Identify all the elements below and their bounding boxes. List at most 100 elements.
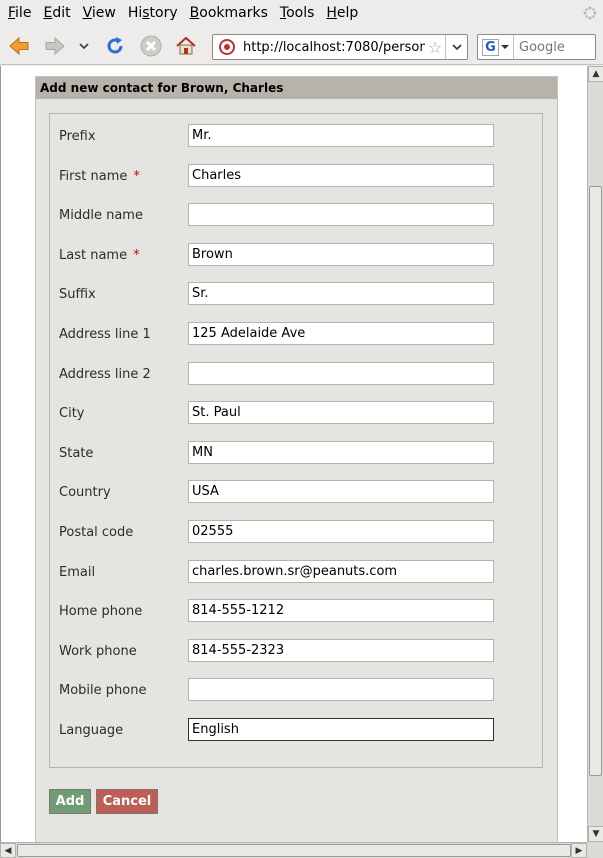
google-icon: G [482, 38, 499, 56]
field-label: Middle name [59, 208, 143, 223]
bookmark-star-icon[interactable]: ☆ [425, 38, 445, 57]
reload-icon [107, 37, 123, 54]
form-row: Country [59, 480, 529, 504]
form-row: Address line 1 [59, 322, 529, 346]
field-label-text: Address line 1 [59, 327, 151, 342]
history-dropdown-button[interactable] [74, 33, 94, 59]
field-label-text: Prefix [59, 129, 96, 144]
field-label-text: Suffix [59, 287, 96, 303]
stop-icon [140, 35, 162, 57]
field-label: Language [59, 723, 123, 738]
scroll-up-arrow-icon[interactable]: ▲ [588, 66, 603, 82]
scroll-down-arrow-icon[interactable]: ▼ [588, 826, 603, 842]
field-label-text: Postal code [59, 525, 134, 540]
field-label-text: Country [59, 485, 111, 501]
menu-help[interactable]: Help [320, 0, 364, 27]
horizontal-scroll-thumb[interactable] [17, 844, 571, 857]
horizontal-scrollbar[interactable]: ◀ ▶ [0, 842, 587, 858]
required-asterisk: * [133, 168, 140, 184]
search-engine-selector[interactable]: G [478, 35, 514, 59]
site-favicon-icon [217, 37, 237, 57]
menu-bar: File Edit View History Bookmarks Tools H… [0, 0, 603, 27]
menu-history[interactable]: History [122, 0, 184, 27]
field-label: Email [59, 565, 95, 580]
field-label: City [59, 406, 84, 421]
field-label-text: Mobile phone [59, 683, 147, 699]
field-label-text: Last name [59, 247, 128, 263]
field-label-text: Home phone [59, 604, 143, 620]
text-field[interactable] [188, 361, 494, 385]
field-label: Work phone [59, 644, 137, 659]
form-row: Prefix [59, 124, 529, 148]
url-dropdown-button[interactable] [445, 35, 467, 59]
chevron-down-icon [79, 43, 89, 50]
form-row: First name * [59, 163, 529, 188]
vertical-scrollbar[interactable]: ▲ ▼ [587, 66, 603, 842]
text-field[interactable] [188, 599, 494, 623]
home-button[interactable] [173, 33, 199, 59]
search-input[interactable] [514, 39, 590, 55]
contact-form-panel: Add new contact for Brown, Charles Prefi… [35, 76, 558, 842]
text-field[interactable] [188, 559, 494, 583]
menu-tools[interactable]: Tools [274, 0, 321, 27]
field-label-text: Address line 2 [59, 366, 151, 382]
text-field[interactable] [188, 440, 494, 464]
menu-edit[interactable]: Edit [37, 0, 76, 27]
text-field[interactable] [188, 124, 494, 147]
scroll-right-arrow-icon[interactable]: ▶ [571, 843, 587, 858]
field-label-text: State [59, 445, 94, 461]
field-label: Postal code [59, 525, 133, 540]
search-bar[interactable]: G [477, 34, 596, 60]
form-row: Postal code [59, 520, 529, 544]
field-label: First name * [59, 169, 140, 184]
field-label-text: First name [59, 168, 128, 184]
page-viewport: Add new contact for Brown, Charles Prefi… [0, 66, 587, 842]
field-label: Mobile phone [59, 683, 146, 698]
form-row: Last name * [59, 242, 529, 267]
url-bar[interactable]: http://localhost:7080/person ☆ [212, 34, 468, 60]
menu-view[interactable]: View [77, 0, 122, 27]
forward-arrow-icon [45, 36, 65, 56]
field-label-text: Work phone [59, 643, 137, 659]
text-field[interactable] [188, 480, 494, 504]
menu-bookmarks[interactable]: Bookmarks [184, 0, 274, 27]
field-label: Last name * [59, 248, 140, 263]
scroll-left-arrow-icon[interactable]: ◀ [0, 843, 16, 858]
field-label: State [59, 446, 93, 461]
cancel-button[interactable]: Cancel [96, 789, 158, 814]
vertical-scroll-thumb[interactable] [589, 186, 602, 776]
stop-button[interactable] [138, 33, 164, 59]
text-field[interactable] [188, 203, 494, 227]
add-button[interactable]: Add [49, 789, 91, 814]
form-row: Work phone [59, 638, 529, 663]
text-field[interactable] [188, 718, 494, 741]
form-row: State [59, 440, 529, 465]
text-field[interactable] [188, 520, 494, 543]
field-label: Address line 1 [59, 327, 151, 342]
page-title: Add new contact for Brown, Charles [36, 77, 557, 99]
chevron-down-icon [501, 45, 509, 49]
text-field[interactable] [188, 401, 494, 425]
forward-button[interactable] [42, 33, 68, 59]
form-row: Mobile phone [59, 678, 529, 702]
back-button[interactable] [6, 33, 32, 59]
form-row: Address line 2 [59, 361, 529, 386]
back-arrow-icon [9, 36, 29, 56]
text-field[interactable] [188, 322, 494, 345]
field-label-text: Email [59, 564, 96, 580]
field-label: Address line 2 [59, 367, 151, 382]
text-field[interactable] [188, 163, 494, 187]
chevron-down-icon [451, 44, 462, 51]
text-field[interactable] [188, 282, 494, 306]
menu-file[interactable]: File [0, 0, 37, 27]
text-field[interactable] [188, 638, 494, 662]
contact-fieldset: Prefix First name * Middle name Last name * Su… [49, 113, 543, 768]
reload-button[interactable] [102, 33, 128, 59]
scrollbar-corner [587, 842, 603, 858]
form-row: Home phone [59, 599, 529, 623]
form-row: Language [59, 718, 529, 742]
text-field[interactable] [188, 678, 494, 702]
url-text[interactable]: http://localhost:7080/person [237, 40, 425, 55]
text-field[interactable] [188, 242, 494, 266]
field-label-text: City [59, 406, 85, 422]
